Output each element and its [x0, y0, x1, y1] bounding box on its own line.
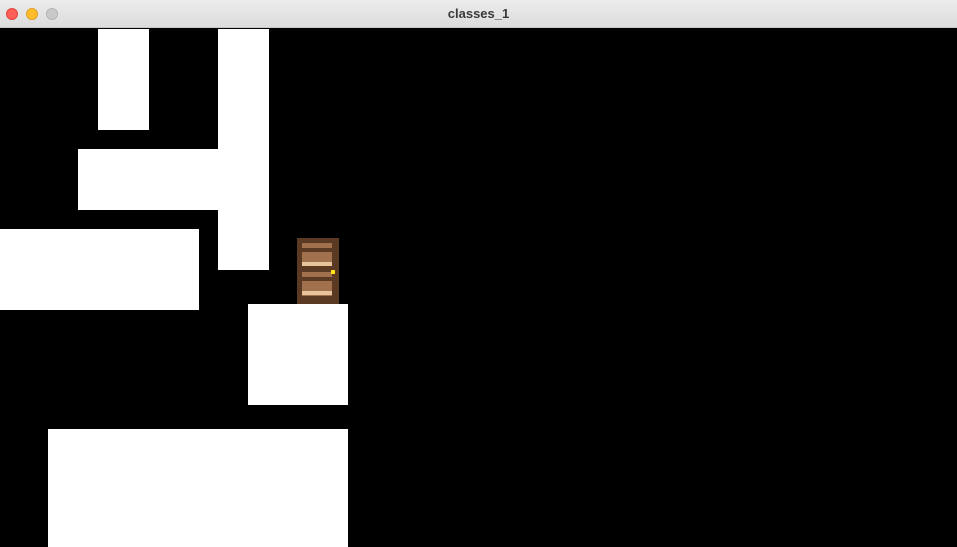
door-highlight — [302, 291, 332, 295]
game-window: classes_1 — [0, 0, 957, 547]
door-stripe — [302, 248, 332, 252]
window-title: classes_1 — [447, 6, 510, 21]
wall-block — [78, 149, 269, 210]
wall-block — [48, 429, 348, 547]
door-knob — [331, 270, 335, 274]
wall-block — [248, 304, 348, 405]
game-canvas[interactable] — [0, 29, 957, 547]
door-stripe — [302, 277, 332, 281]
title-bar: classes_1 — [0, 0, 957, 28]
door-icon — [297, 238, 339, 304]
wall-block — [0, 229, 199, 310]
wall-block — [98, 29, 149, 130]
door-highlight — [302, 262, 332, 266]
